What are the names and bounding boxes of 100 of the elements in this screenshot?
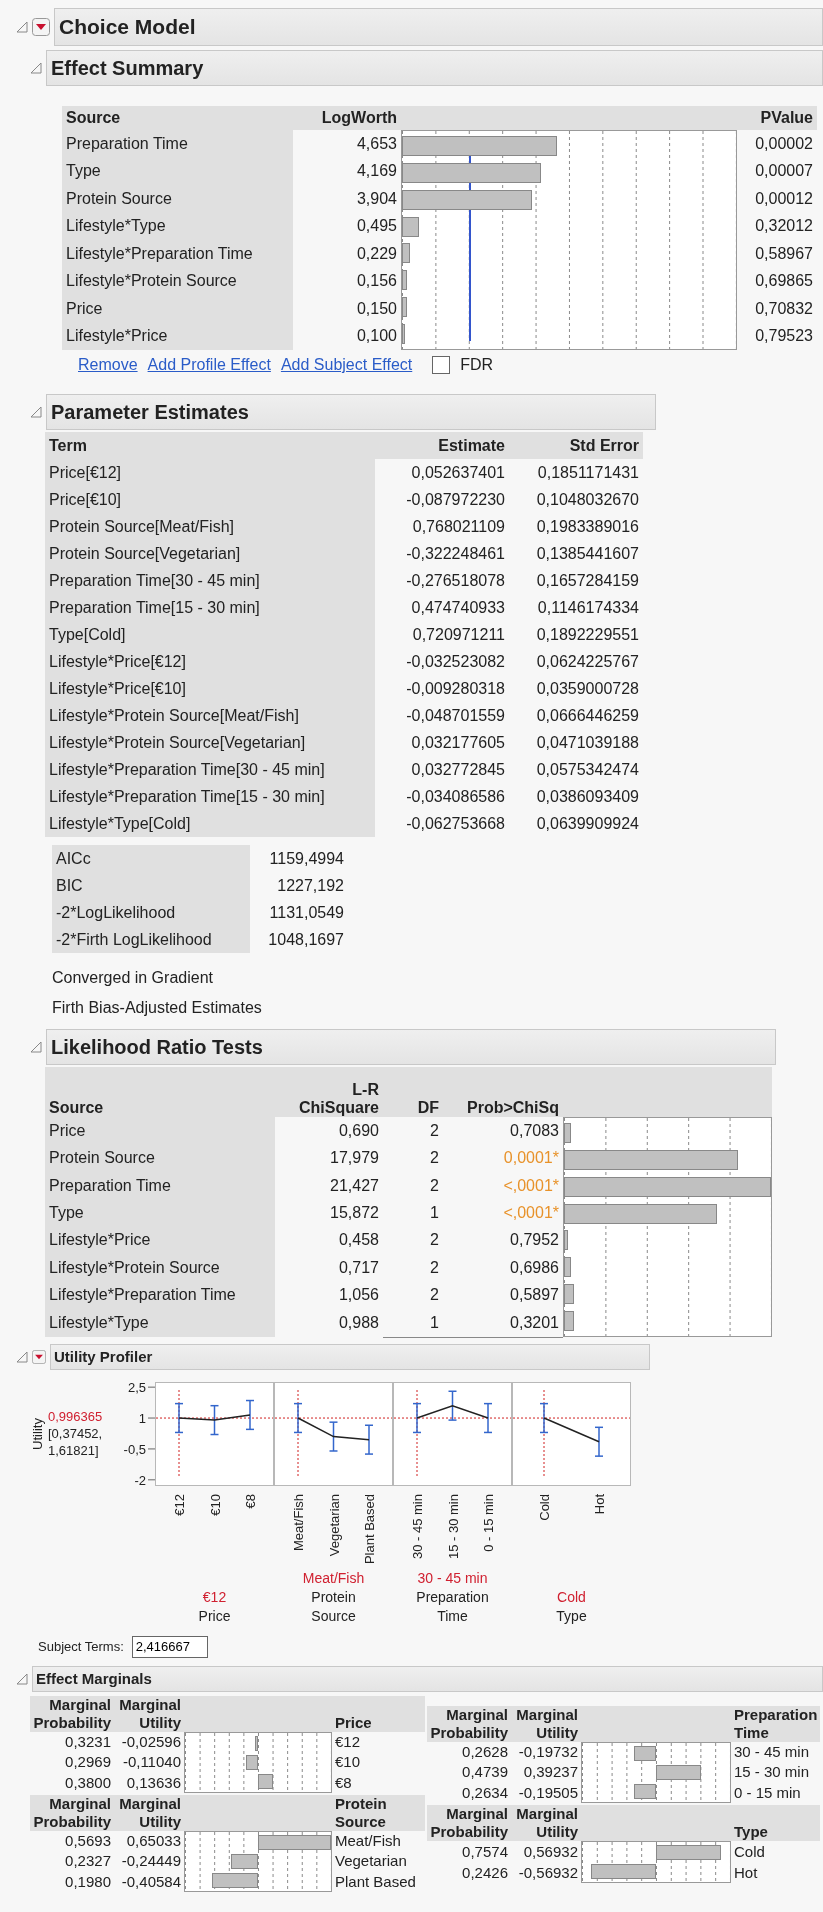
axis-label: €8 <box>243 1493 258 1508</box>
note-text: Firth Bias-Adjusted Estimates <box>52 998 263 1018</box>
table-cell: 3,904 <box>293 185 401 213</box>
table-cell: Lifestyle*Preparation Time <box>62 240 293 268</box>
table-cell: 0,768021109 <box>375 513 509 540</box>
dropdown-menu-icon[interactable] <box>32 1349 46 1364</box>
table-cell: Lifestyle*Preparation Time[15 - 30 min] <box>45 783 375 810</box>
table-cell-text: 2 <box>429 1148 440 1169</box>
column-header: Marginal Utility <box>511 1804 581 1841</box>
table-cell-text: 2 <box>429 1230 440 1251</box>
logworth-bar <box>402 216 419 237</box>
error-bar <box>245 1399 255 1430</box>
link[interactable]: Add Profile Effect <box>147 356 271 374</box>
collapse-icon[interactable] <box>16 21 28 33</box>
column-header: DF <box>383 1067 443 1117</box>
collapse-icon[interactable] <box>16 1672 28 1685</box>
error-bar <box>174 1402 184 1433</box>
table-cell: -0,40584 <box>114 1871 184 1892</box>
table-cell: 0,32012 <box>737 212 817 240</box>
section-header[interactable]: Effect Marginals <box>32 1665 823 1692</box>
table-cell: Lifestyle*Price <box>45 1226 275 1255</box>
table-cell: 0,5897 <box>443 1281 563 1309</box>
error-bar <box>364 1424 374 1455</box>
utility-bar <box>591 1863 656 1879</box>
section-header[interactable]: Parameter Estimates <box>46 394 656 430</box>
table-cell: 0,052637401 <box>375 459 509 486</box>
table-cell: Meat/Fish <box>332 1830 425 1851</box>
utility-bar <box>633 1783 656 1799</box>
table-cell: 2 <box>383 1117 443 1145</box>
table-cell: 0,720971211 <box>375 621 509 648</box>
link[interactable]: Add Subject Effect <box>280 356 413 374</box>
table-cell: <,0001* <box>443 1171 563 1200</box>
axis-label: 15 - 30 min <box>445 1493 461 1559</box>
table-cell: -0,19732 <box>511 1741 581 1762</box>
column-header: Preparation Time <box>731 1705 821 1742</box>
field-label: Subject Terms: <box>38 1639 124 1654</box>
input-field[interactable]: 2,416667 <box>131 1635 208 1658</box>
table-cell: 0,100 <box>293 322 401 350</box>
table-cell: Protein Source <box>45 1144 275 1172</box>
table-cell: 1131,0549 <box>250 899 348 926</box>
dropdown-menu-icon[interactable] <box>32 18 50 36</box>
y-tick: 1 <box>138 1410 155 1426</box>
table-cell: 0,58967 <box>737 240 817 268</box>
table-cell: Lifestyle*Price[€10] <box>45 675 375 702</box>
table-cell-text: 0,1048032670 <box>535 489 640 510</box>
table-cell: 1 <box>383 1308 443 1337</box>
column-header: L-R ChiSquare <box>275 1067 383 1117</box>
current-value: 0,996365 <box>48 1408 104 1425</box>
y-tick-label: 2,5 <box>127 1379 146 1395</box>
table-cell: 0,474740933 <box>375 594 509 621</box>
section-header[interactable]: Choice Model <box>54 8 823 46</box>
section-header[interactable]: Effect Summary <box>46 50 823 86</box>
table-cell: 0,1851171431 <box>509 459 643 486</box>
table-cell: €10 <box>332 1751 425 1773</box>
table-cell: 0,69865 <box>737 267 817 295</box>
table-cell: 0,13636 <box>114 1772 184 1793</box>
link[interactable]: Remove <box>78 356 138 374</box>
table-cell: Price[€12] <box>45 459 375 486</box>
table-cell: Type <box>62 157 293 185</box>
table-cell: €12 <box>332 1731 425 1752</box>
checkbox[interactable] <box>432 356 451 374</box>
table-cell: 0 - 15 min <box>731 1782 821 1803</box>
error-bar <box>328 1420 339 1452</box>
section-header[interactable]: Likelihood Ratio Tests <box>46 1029 776 1065</box>
table-cell: -2*LogLikelihood <box>52 899 250 926</box>
table-cell: 0,229 <box>293 240 401 268</box>
table-cell-text: 0,1657284159 <box>535 570 640 591</box>
section-header[interactable]: Utility Profiler <box>50 1343 650 1370</box>
column-header: Source <box>45 1067 275 1117</box>
collapse-icon[interactable] <box>16 1350 28 1363</box>
collapse-icon[interactable] <box>30 406 42 418</box>
table-cell: <,0001* <box>443 1199 563 1227</box>
table-cell: Lifestyle*Type[Cold] <box>45 810 375 837</box>
axis-label: Cold <box>537 1493 552 1521</box>
table-cell: Lifestyle*Price <box>62 322 293 350</box>
column-header: Marginal Probability <box>30 1695 114 1732</box>
table-cell: 0,7083 <box>443 1117 563 1145</box>
table-cell-text: 0,0666446259 <box>535 705 640 726</box>
utility-bar <box>245 1754 258 1770</box>
error-bar <box>594 1426 604 1457</box>
chisquare-bar <box>564 1283 575 1304</box>
table-cell: 0,00002 <box>737 130 817 158</box>
column-header: PValue <box>737 106 817 130</box>
table-cell: 0,7952 <box>443 1226 563 1255</box>
table-cell: -0,034086586 <box>375 783 509 810</box>
error-bar <box>539 1402 549 1433</box>
collapse-icon[interactable] <box>30 1041 42 1053</box>
table-cell: -0,24449 <box>114 1850 184 1872</box>
table-cell: 21,427 <box>275 1171 383 1200</box>
column-header: Type <box>731 1804 821 1841</box>
table-cell: AICc <box>52 845 250 872</box>
table-cell: Price <box>62 295 293 323</box>
table-cell: 0,6986 <box>443 1254 563 1282</box>
column-header: Marginal Utility <box>511 1705 581 1742</box>
table-cell: Price <box>45 1117 275 1145</box>
chisquare-bar <box>564 1230 569 1251</box>
column-header: Source <box>62 106 293 130</box>
table-cell: Lifestyle*Type <box>45 1308 275 1337</box>
collapse-icon[interactable] <box>30 62 42 74</box>
table-cell: Price[€10] <box>45 486 375 513</box>
